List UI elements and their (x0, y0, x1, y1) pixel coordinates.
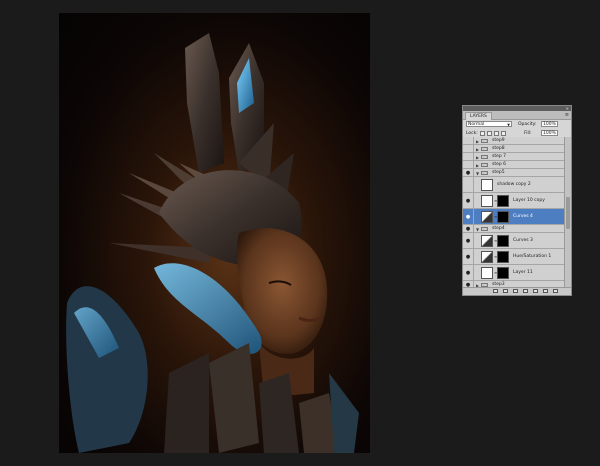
eye-icon[interactable]: ● (465, 226, 471, 232)
layer-name: step 7 (492, 154, 507, 159)
layer-group-row[interactable]: ● ▼ step4 (463, 225, 565, 233)
artwork-image (66, 33, 359, 453)
layers-panel: × LAYERS ≡ Normal ▼ Opacity: 100% Lock: … (462, 105, 572, 296)
visibility-divider (473, 193, 474, 208)
layer-group-row[interactable]: ▶ step8 (463, 145, 565, 153)
opacity-label: Opacity: (518, 122, 537, 127)
layer-name: Layer 11 (513, 270, 533, 275)
layer-thumbnail (481, 179, 493, 191)
chevron-right-icon[interactable]: ▶ (476, 155, 479, 160)
new-group-icon[interactable] (533, 289, 538, 293)
tab-layers[interactable]: LAYERS (465, 112, 492, 120)
layer-mask-thumbnail[interactable] (497, 267, 509, 279)
layer-name: step8 (492, 146, 505, 151)
chevron-right-icon[interactable]: ▶ (476, 147, 479, 152)
fill-field[interactable]: 100% (541, 130, 558, 136)
lock-image-icon[interactable] (487, 131, 492, 136)
layer-row[interactable]: ● ∞ Layer 11 (463, 265, 565, 281)
add-mask-icon[interactable] (513, 289, 518, 293)
layer-thumbnail (481, 267, 493, 279)
layer-name: Curves 3 (513, 238, 533, 243)
adjustment-thumbnail-icon (481, 211, 493, 223)
layer-mask-thumbnail[interactable] (497, 211, 509, 223)
layer-name: Hue/Saturation 1 (513, 254, 552, 259)
layer-row[interactable]: ● ∞ Layer 10 copy (463, 193, 565, 209)
visibility-divider (473, 209, 474, 224)
visibility-divider (473, 169, 474, 176)
layer-group-row[interactable]: ▶ step 6 (463, 161, 565, 169)
folder-icon (481, 139, 488, 143)
panel-scrollbar[interactable] (564, 137, 571, 289)
layer-mask-thumbnail[interactable] (497, 195, 509, 207)
blend-mode-value: Normal (468, 122, 485, 127)
visibility-divider (473, 249, 474, 264)
layer-name: step4 (492, 226, 505, 231)
new-layer-icon[interactable] (543, 289, 548, 293)
layer-group-row[interactable]: ▶ step 7 (463, 153, 565, 161)
visibility-divider (473, 225, 474, 232)
lock-all-icon[interactable] (501, 131, 506, 136)
adjustment-icon[interactable] (523, 289, 528, 293)
layer-list: ▶ step9 ▶ step8 ▶ step 7 ▶ step 6 ● ▼ step5 shadow … (463, 137, 565, 289)
eye-icon[interactable]: ● (465, 214, 471, 220)
lock-label: Lock: (466, 131, 478, 136)
fx-icon[interactable] (503, 289, 508, 293)
visibility-divider (473, 233, 474, 248)
chevron-right-icon[interactable]: ▶ (476, 163, 479, 168)
panel-tabbar: LAYERS ≡ (463, 111, 571, 120)
adjustment-thumbnail-icon (481, 251, 493, 263)
folder-icon (481, 227, 488, 231)
layer-row[interactable]: ● ∞ Curves 3 (463, 233, 565, 249)
visibility-divider (473, 265, 474, 280)
visibility-divider (473, 177, 474, 192)
layer-group-row[interactable]: ▶ step9 (463, 137, 565, 145)
fill-label: Fill: (524, 131, 532, 136)
visibility-divider (473, 145, 474, 152)
eye-icon[interactable]: ● (465, 238, 471, 244)
adjustment-thumbnail-icon (481, 235, 493, 247)
chevron-down-icon: ▼ (507, 123, 510, 127)
panel-menu-icon[interactable]: ≡ (565, 112, 569, 118)
chevron-right-icon[interactable]: ▶ (476, 139, 479, 144)
blend-mode-select[interactable]: Normal ▼ (466, 121, 512, 127)
eye-icon[interactable]: ● (465, 170, 471, 176)
eye-icon[interactable]: ● (465, 254, 471, 260)
layer-row[interactable]: ● ∞ Curves 4 (463, 209, 565, 225)
layer-name: Curves 4 (513, 214, 533, 219)
layer-name: step9 (492, 138, 505, 143)
visibility-divider (473, 161, 474, 168)
document-canvas[interactable] (59, 13, 370, 453)
panel-footer (463, 287, 571, 295)
layer-thumbnail (481, 195, 493, 207)
layer-name: step5 (492, 170, 505, 175)
eye-icon[interactable]: ● (465, 198, 471, 204)
link-layers-icon[interactable] (493, 289, 498, 293)
lock-transparent-icon[interactable] (480, 131, 485, 136)
folder-icon (481, 171, 488, 175)
trash-icon[interactable] (553, 289, 558, 293)
visibility-divider (473, 153, 474, 160)
layer-name: step 6 (492, 162, 507, 167)
lock-position-icon[interactable] (494, 131, 499, 136)
layer-name: Layer 10 copy (513, 198, 545, 203)
layer-mask-thumbnail[interactable] (497, 235, 509, 247)
eye-icon[interactable]: ● (465, 270, 471, 276)
layer-group-row[interactable]: ● ▼ step5 (463, 169, 565, 177)
layer-row[interactable]: shadow copy 2 (463, 177, 565, 193)
blend-row: Normal ▼ Opacity: 100% (463, 120, 571, 129)
folder-icon (481, 147, 488, 151)
folder-icon (481, 155, 488, 159)
scrollbar-thumb[interactable] (566, 197, 570, 229)
layer-row[interactable]: ● ∞ Hue/Saturation 1 (463, 249, 565, 265)
layer-mask-thumbnail[interactable] (497, 251, 509, 263)
folder-icon (481, 163, 488, 167)
opacity-field[interactable]: 100% (541, 121, 558, 127)
chevron-down-icon[interactable]: ▼ (476, 171, 479, 176)
visibility-divider (473, 137, 474, 144)
layer-name: shadow copy 2 (497, 182, 531, 187)
chevron-down-icon[interactable]: ▼ (476, 227, 479, 232)
